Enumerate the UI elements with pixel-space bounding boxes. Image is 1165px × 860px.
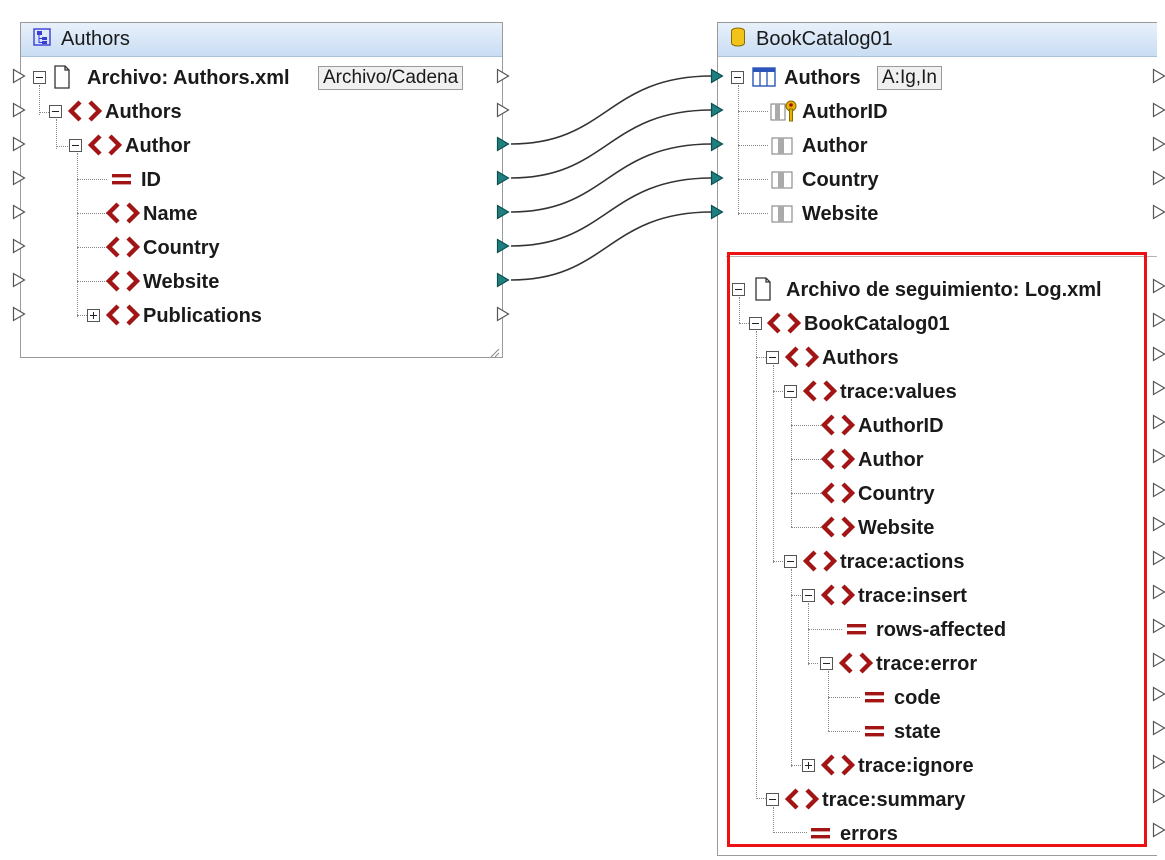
tree-item-id: ID — [21, 163, 502, 197]
key-column-icon — [770, 99, 800, 128]
column-icon — [770, 201, 794, 230]
output-port[interactable] — [1152, 482, 1165, 498]
tree-item-website: Website — [21, 265, 502, 299]
output-port[interactable] — [1152, 754, 1165, 770]
file-icon — [53, 65, 71, 94]
output-port[interactable] — [496, 306, 510, 322]
collapse-icon[interactable] — [69, 139, 82, 152]
file-string-button[interactable]: Archivo/Cadena — [318, 66, 464, 90]
input-port[interactable] — [12, 136, 26, 152]
input-port[interactable] — [12, 68, 26, 84]
input-port[interactable] — [710, 102, 724, 118]
output-port[interactable] — [1152, 550, 1165, 566]
connector-line[interactable] — [510, 109, 713, 179]
output-port[interactable] — [496, 136, 510, 152]
source-component-header[interactable]: Authors — [21, 23, 502, 57]
output-port[interactable] — [496, 238, 510, 254]
output-port[interactable] — [1152, 516, 1165, 532]
input-port[interactable] — [710, 170, 724, 186]
collapse-icon[interactable] — [731, 71, 744, 84]
output-port[interactable] — [496, 272, 510, 288]
target-component-header[interactable]: BookCatalog01 — [718, 23, 1157, 57]
output-port[interactable] — [496, 204, 510, 220]
db-column-authorid: AuthorID — [718, 95, 1157, 129]
attribute-icon — [111, 167, 133, 196]
source-component[interactable]: Authors Archivo: Authors.xml Archivo/Cad… — [20, 22, 503, 358]
input-port[interactable] — [12, 272, 26, 288]
tree-item-author: Author — [21, 129, 502, 163]
target-component-title: BookCatalog01 — [756, 28, 893, 50]
connector-line[interactable] — [510, 75, 713, 145]
collapse-icon[interactable] — [33, 71, 46, 84]
output-port[interactable] — [1152, 170, 1165, 186]
trace-highlight-frame — [727, 252, 1147, 847]
tree-item-authors: Authors — [21, 95, 502, 129]
input-port[interactable] — [12, 170, 26, 186]
output-port[interactable] — [1152, 380, 1165, 396]
input-port[interactable] — [12, 102, 26, 118]
resize-grip-icon[interactable] — [490, 345, 500, 358]
input-port[interactable] — [12, 204, 26, 220]
input-port[interactable] — [12, 238, 26, 254]
connector-line[interactable] — [510, 177, 713, 247]
output-port[interactable] — [1152, 346, 1165, 362]
input-port[interactable] — [12, 306, 26, 322]
output-port[interactable] — [1152, 788, 1165, 804]
source-file-label: Archivo: Authors.xml — [87, 67, 290, 89]
output-port[interactable] — [1152, 414, 1165, 430]
table-actions-button[interactable]: A:Ig,In — [877, 66, 942, 90]
db-column-author: Author — [718, 129, 1157, 163]
table-icon — [752, 65, 776, 94]
output-port[interactable] — [1152, 312, 1165, 328]
input-port[interactable] — [710, 68, 724, 84]
input-port[interactable] — [710, 136, 724, 152]
output-port[interactable] — [1152, 278, 1165, 294]
output-port[interactable] — [1152, 652, 1165, 668]
db-table-authors-row: Authors A:Ig,In — [718, 61, 1157, 95]
output-port[interactable] — [1152, 720, 1165, 736]
connector-line[interactable] — [510, 211, 713, 281]
column-icon — [770, 133, 794, 162]
output-port[interactable] — [496, 102, 510, 118]
xml-schema-icon — [33, 28, 51, 51]
output-port[interactable] — [496, 68, 510, 84]
output-port[interactable] — [496, 170, 510, 186]
element-icon — [105, 269, 141, 298]
output-port[interactable] — [1152, 204, 1165, 220]
output-port[interactable] — [1152, 584, 1165, 600]
tree-item-publications: Publications — [21, 299, 502, 333]
source-component-title: Authors — [61, 28, 130, 50]
collapse-icon[interactable] — [49, 105, 62, 118]
element-icon — [105, 303, 141, 332]
db-column-website: Website — [718, 197, 1157, 231]
output-port[interactable] — [1152, 136, 1165, 152]
column-icon — [770, 167, 794, 196]
db-column-country: Country — [718, 163, 1157, 197]
tree-item-country: Country — [21, 231, 502, 265]
output-port[interactable] — [1152, 618, 1165, 634]
output-port[interactable] — [1152, 822, 1165, 838]
element-icon — [105, 201, 141, 230]
source-file-row: Archivo: Authors.xml Archivo/Cadena — [21, 61, 502, 95]
element-icon — [67, 99, 103, 128]
input-port[interactable] — [710, 204, 724, 220]
expand-icon[interactable] — [87, 309, 100, 322]
output-port[interactable] — [1152, 102, 1165, 118]
connector-line[interactable] — [510, 143, 713, 213]
output-port[interactable] — [1152, 448, 1165, 464]
database-icon — [730, 27, 746, 52]
tree-item-name: Name — [21, 197, 502, 231]
output-port[interactable] — [1152, 68, 1165, 84]
output-port[interactable] — [1152, 686, 1165, 702]
element-icon — [105, 235, 141, 264]
element-icon — [87, 133, 123, 162]
